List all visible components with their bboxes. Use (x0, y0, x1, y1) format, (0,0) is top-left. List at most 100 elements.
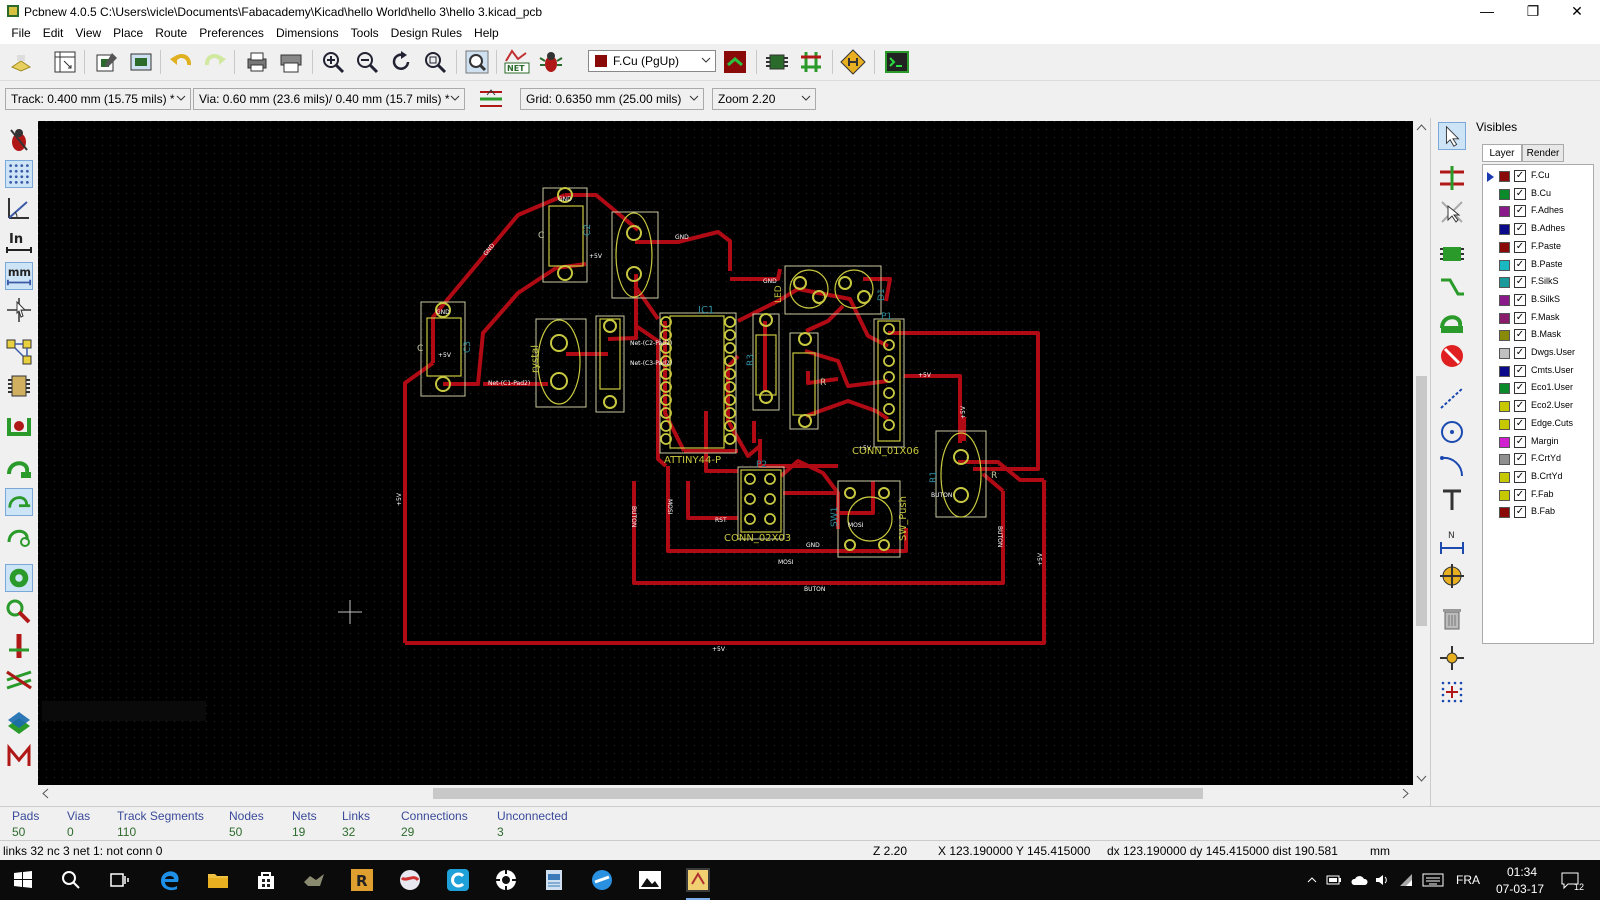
plot-icon[interactable] (278, 49, 304, 75)
drc-bug-icon[interactable] (538, 49, 564, 75)
layer-visible-checkbox[interactable]: ✓ (1514, 293, 1526, 306)
set-grid-origin-icon[interactable] (1438, 678, 1466, 706)
tray-chevron-up-icon[interactable] (1306, 874, 1318, 886)
document-app-icon[interactable] (542, 868, 566, 892)
undo-icon[interactable] (168, 49, 194, 75)
cursor-shape-icon[interactable] (5, 296, 33, 324)
tab-render[interactable]: Render (1522, 144, 1564, 162)
menu-route[interactable]: Route (149, 24, 193, 40)
layer-color-swatch[interactable] (1499, 259, 1510, 271)
delete-trash-icon[interactable] (1438, 604, 1466, 632)
active-layer-select[interactable]: F.Cu (PgUp) (588, 50, 716, 72)
battery-icon[interactable] (1326, 873, 1342, 887)
menu-tools[interactable]: Tools (345, 24, 385, 40)
new-board-icon[interactable] (8, 49, 34, 75)
layer-color-swatch[interactable] (1499, 348, 1510, 359)
layer-row[interactable]: ✓ F.SilkS (1485, 274, 1593, 291)
menu-view[interactable]: View (69, 24, 107, 40)
module-ratsnest-icon[interactable] (5, 372, 33, 400)
polar-coords-icon[interactable] (5, 194, 33, 222)
menu-place[interactable]: Place (107, 24, 149, 40)
layer-color-swatch[interactable] (1499, 383, 1510, 395)
app-globe-icon[interactable] (398, 868, 422, 892)
select-arrow-icon[interactable] (1438, 122, 1466, 150)
keyboard-icon[interactable] (1422, 872, 1444, 888)
mode-track-icon[interactable] (798, 49, 824, 75)
task-view-icon[interactable] (107, 868, 131, 892)
layer-color-swatch[interactable] (1499, 206, 1510, 218)
via-sketch-icon[interactable] (5, 598, 33, 626)
layer-visible-checkbox[interactable]: ✓ (1514, 470, 1526, 483)
layer-visible-checkbox[interactable]: ✓ (1514, 276, 1526, 289)
units-mm-icon[interactable]: mm (5, 262, 33, 290)
layer-row[interactable]: ✓ F.Mask (1485, 310, 1593, 327)
ratsnest-icon[interactable] (5, 338, 33, 366)
scripting-console-icon[interactable] (884, 49, 910, 75)
zoom-in-icon[interactable] (320, 49, 346, 75)
layer-color-swatch[interactable] (1499, 365, 1510, 377)
file-explorer-icon[interactable] (206, 868, 230, 892)
auto-track-width-icon[interactable] (478, 86, 504, 112)
layer-row[interactable]: ✓ B.SilkS (1485, 292, 1593, 309)
units-inch-icon[interactable]: In (5, 228, 33, 256)
r-app-icon[interactable]: R (350, 868, 374, 892)
vertical-scrollbar[interactable] (1413, 121, 1430, 785)
high-contrast-icon[interactable] (5, 666, 33, 694)
zone-fill-icon[interactable] (5, 454, 33, 482)
windows-start-icon[interactable] (11, 868, 35, 892)
via-size-select[interactable]: Via: 0.60 mm (23.6 mils)/ 0.40 mm (15.7 … (193, 88, 465, 110)
layer-visible-checkbox[interactable]: ✓ (1514, 417, 1526, 430)
add-zones-icon[interactable] (1438, 308, 1466, 336)
menu-help[interactable]: Help (468, 24, 505, 40)
grid-select[interactable]: Grid: 0.6350 mm (25.00 mils) (520, 88, 704, 110)
layer-visible-checkbox[interactable]: ✓ (1514, 347, 1526, 359)
highlight-net-icon[interactable] (1438, 164, 1466, 192)
pcb-canvas[interactable]: GND GND GND GND GND +5V +5V +5V +5V +5V … (38, 121, 1413, 785)
menu-dimensions[interactable]: Dimensions (270, 24, 345, 40)
layer-color-swatch[interactable] (1499, 471, 1510, 483)
search-icon[interactable] (59, 868, 83, 892)
route-tracks-icon[interactable] (1438, 274, 1466, 302)
layer-row[interactable]: ✓ F.Adhes (1485, 203, 1593, 220)
tab-layer[interactable]: Layer (1482, 144, 1522, 162)
layer-pair-icon[interactable] (722, 49, 748, 75)
add-footprint-icon[interactable] (1438, 240, 1466, 268)
language-indicator[interactable]: FRA (1456, 873, 1480, 887)
layer-row[interactable]: ✓ B.Adhes (1485, 221, 1593, 238)
add-graphic-line-icon[interactable] (1438, 384, 1466, 412)
menu-file[interactable]: File (5, 24, 36, 40)
layer-color-swatch[interactable] (1499, 312, 1510, 324)
add-circle-icon[interactable] (1438, 418, 1466, 446)
onedrive-icon[interactable] (1350, 873, 1368, 887)
layer-visible-checkbox[interactable]: ✓ (1514, 364, 1526, 377)
layer-color-swatch[interactable] (1499, 401, 1510, 413)
layer-visible-checkbox[interactable]: ✓ (1514, 382, 1526, 395)
layer-visible-checkbox[interactable]: ✓ (1514, 435, 1526, 448)
add-keepout-icon[interactable] (1438, 342, 1466, 370)
autoroute-icon[interactable] (840, 49, 866, 75)
layer-manager-icon[interactable] (5, 708, 33, 736)
app-blue-icon[interactable] (590, 868, 614, 892)
track-width-select[interactable]: Track: 0.400 mm (15.75 mils) * (5, 88, 191, 110)
show-grid-icon[interactable] (5, 160, 33, 188)
layer-visible-checkbox[interactable]: ✓ (1514, 187, 1526, 200)
layer-row[interactable]: ✓ Eco2.User (1485, 398, 1593, 415)
menu-design-rules[interactable]: Design Rules (385, 24, 468, 40)
layer-row[interactable]: ✓ F.Paste (1485, 239, 1593, 256)
layer-visible-checkbox[interactable]: ✓ (1514, 258, 1526, 271)
zoom-fit-icon[interactable] (422, 49, 448, 75)
zone-outline-icon[interactable] (5, 488, 33, 516)
layer-visible-checkbox[interactable]: ✓ (1514, 311, 1526, 324)
volume-icon[interactable] (1374, 872, 1390, 888)
wifi-icon[interactable] (1398, 872, 1414, 888)
layer-row[interactable]: ✓ B.Fab (1485, 504, 1593, 521)
netlist-icon[interactable]: NET (504, 49, 530, 75)
layer-color-swatch[interactable] (1499, 224, 1510, 236)
layer-row[interactable]: ✓ Margin (1485, 434, 1593, 451)
set-drill-origin-icon[interactable] (1438, 644, 1466, 672)
ccleaner-icon[interactable] (446, 868, 470, 892)
maximize-button[interactable]: ❐ (1510, 0, 1556, 24)
layer-row[interactable]: ✓ F.Cu (1485, 168, 1593, 185)
track-sketch-icon[interactable] (5, 632, 33, 660)
menu-edit[interactable]: Edit (37, 24, 70, 40)
